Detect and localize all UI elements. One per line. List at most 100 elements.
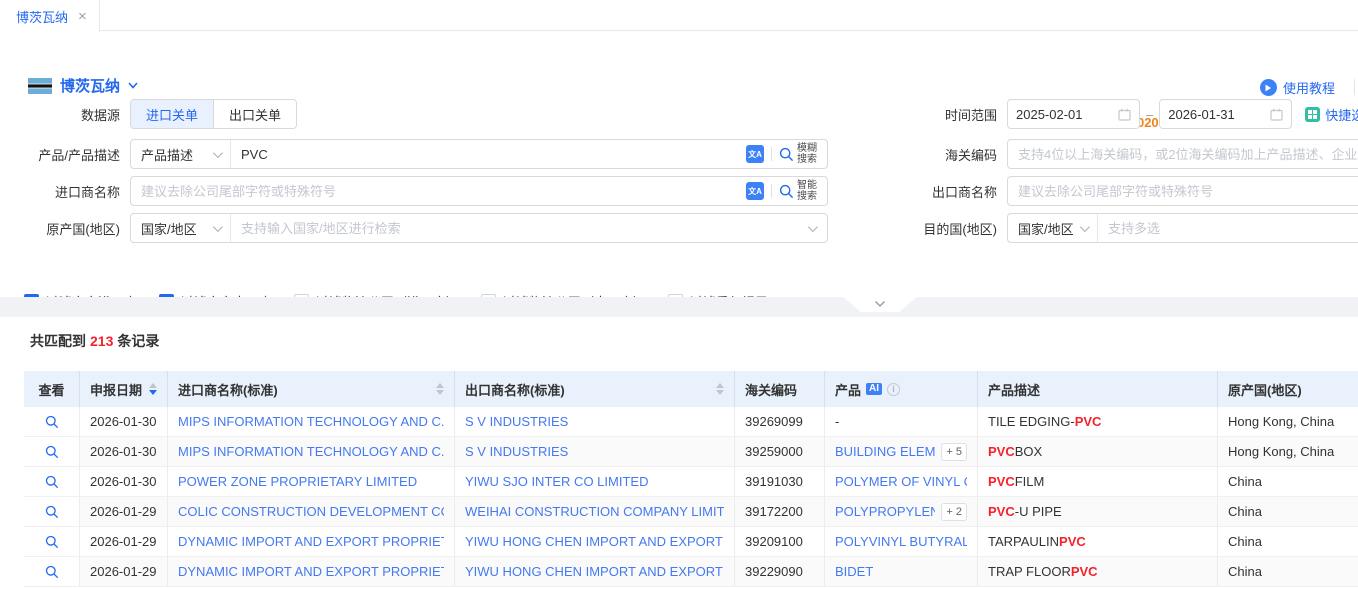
table-row: 2026-01-29 DYNAMIC IMPORT AND EXPORT PRO…: [24, 557, 1358, 587]
exporter-input[interactable]: [1008, 177, 1358, 205]
view-record-button[interactable]: [24, 467, 80, 496]
tab-export-declarations[interactable]: 出口关单: [213, 100, 296, 128]
col-exporter: 出口商名称(标准): [455, 371, 735, 407]
cell-date: 2026-01-29: [80, 557, 168, 586]
results-panel: 共匹配到213条记录 查看 申报日期 进口商名称(标准) 出口商名称(标准) 海…: [0, 317, 1358, 589]
exporter-link[interactable]: S V INDUSTRIES: [465, 444, 568, 459]
product-type-select[interactable]: 产品描述: [131, 140, 231, 168]
product-input[interactable]: [231, 140, 746, 168]
date-start-input[interactable]: 2025-02-01: [1007, 99, 1140, 129]
date-start-value: 2025-02-01: [1016, 107, 1083, 122]
row-time-range: 时间范围 2025-02-01 – 2026-01-31: [877, 99, 1358, 129]
exporter-link[interactable]: YIWU HONG CHEN IMPORT AND EXPORT ...: [465, 564, 724, 579]
destination-compound: 国家/地区: [1007, 213, 1358, 243]
table-row: 2026-01-29 COLIC CONSTRUCTION DEVELOPMEN…: [24, 497, 1358, 527]
tab-botswana[interactable]: 博茨瓦纳 ×: [0, 0, 100, 32]
view-record-button[interactable]: [24, 497, 80, 526]
magnifier-icon: [45, 535, 59, 549]
product-compound: 产品描述 文A 模糊搜索: [130, 139, 828, 169]
cell-product-desc: PVC BOX: [978, 437, 1218, 466]
tab-import-declarations[interactable]: 进口关单: [131, 100, 213, 128]
translate-icon[interactable]: 文A: [746, 145, 764, 163]
fuzzy-search-button[interactable]: 模糊搜索: [779, 143, 819, 165]
cell-date: 2026-01-30: [80, 437, 168, 466]
product-link[interactable]: BIDET: [835, 564, 873, 579]
results-table: 查看 申报日期 进口商名称(标准) 出口商名称(标准) 海关编码 产品 AI i…: [24, 371, 1358, 587]
cell-origin: Hong Kong, China: [1218, 407, 1358, 436]
tutorial-link[interactable]: 使用教程: [1260, 78, 1335, 97]
country-selector[interactable]: 博茨瓦纳: [28, 75, 138, 96]
view-record-button[interactable]: [24, 527, 80, 556]
cell-product-desc: TRAP FLOOR PVC: [978, 557, 1218, 586]
importer-link[interactable]: COLIC CONSTRUCTION DEVELOPMENT CO ...: [178, 504, 444, 519]
time-range-label: 时间范围: [877, 105, 1007, 124]
translate-icon[interactable]: 文A: [746, 182, 764, 200]
smart-search-button[interactable]: 智能搜索: [779, 180, 819, 202]
chevron-down-icon: [213, 148, 223, 158]
importer-input[interactable]: [131, 177, 746, 205]
magnifier-icon: [45, 445, 59, 459]
more-products-badge[interactable]: + 5: [941, 443, 967, 461]
sort-importer[interactable]: [436, 383, 444, 395]
cell-hs-code: 39269099: [735, 407, 825, 436]
exporter-label: 出口商名称: [877, 182, 1007, 201]
magnifier-icon: [45, 505, 59, 519]
cell-origin: China: [1218, 467, 1358, 496]
importer-link[interactable]: POWER ZONE PROPRIETARY LIMITED: [178, 474, 417, 489]
quick-select-icon: [1305, 107, 1320, 122]
importer-compound: 文A 智能搜索: [130, 176, 828, 206]
row-hs-code: 海关编码: [877, 139, 1358, 169]
tutorial-icon: [1260, 79, 1277, 96]
importer-link[interactable]: MIPS INFORMATION TECHNOLOGY AND C...: [178, 414, 444, 429]
exporter-link[interactable]: YIWU SJO INTER CO LIMITED: [465, 474, 648, 489]
cell-date: 2026-01-30: [80, 467, 168, 496]
tab-close-icon[interactable]: ×: [78, 9, 87, 24]
table-row: 2026-01-30 MIPS INFORMATION TECHNOLOGY A…: [24, 437, 1358, 467]
magnifier-icon: [45, 565, 59, 579]
chevron-down-icon: [1080, 222, 1090, 232]
cell-hs-code: 39209100: [735, 527, 825, 556]
input-divider: [771, 184, 772, 198]
destination-input[interactable]: [1098, 214, 1358, 242]
cell-product-desc: PVC FILM: [978, 467, 1218, 496]
origin-type-select[interactable]: 国家/地区: [131, 214, 231, 242]
product-link[interactable]: POLYPROPYLENE...: [835, 504, 935, 519]
col-declaration-date: 申报日期: [80, 371, 168, 407]
info-icon[interactable]: i: [887, 383, 900, 396]
col-view: 查看: [24, 371, 80, 407]
importer-link[interactable]: DYNAMIC IMPORT AND EXPORT PROPRIET...: [178, 564, 444, 579]
col-hs-code: 海关编码: [735, 371, 825, 407]
more-products-badge[interactable]: + 2: [941, 503, 967, 521]
importer-link[interactable]: MIPS INFORMATION TECHNOLOGY AND C...: [178, 444, 444, 459]
date-end-input[interactable]: 2026-01-31: [1159, 99, 1292, 129]
sort-exporter[interactable]: [716, 383, 724, 395]
exporter-link[interactable]: YIWU HONG CHEN IMPORT AND EXPORT ...: [465, 534, 724, 549]
origin-label: 原产国(地区): [0, 219, 130, 238]
row-importer: 进口商名称 文A 智能搜索: [0, 176, 828, 206]
cell-origin: China: [1218, 527, 1358, 556]
view-record-button[interactable]: [24, 437, 80, 466]
cell-date: 2026-01-29: [80, 497, 168, 526]
origin-compound: 国家/地区: [130, 213, 828, 243]
exporter-link[interactable]: WEIHAI CONSTRUCTION COMPANY LIMITED: [465, 504, 724, 519]
row-exporter: 出口商名称: [877, 176, 1358, 206]
destination-type-select[interactable]: 国家/地区: [1008, 214, 1098, 242]
cell-date: 2026-01-30: [80, 407, 168, 436]
origin-input[interactable]: [231, 214, 808, 242]
col-product: 产品 AI i: [825, 371, 978, 407]
quick-select-button[interactable]: 快捷选项: [1305, 105, 1358, 124]
product-link[interactable]: POLYMER OF VINYL C...: [835, 474, 967, 489]
col-importer: 进口商名称(标准): [168, 371, 455, 407]
sort-declaration-date[interactable]: [149, 383, 157, 395]
importer-link[interactable]: DYNAMIC IMPORT AND EXPORT PROPRIET...: [178, 534, 444, 549]
chevron-down-icon: [213, 222, 223, 232]
view-record-button[interactable]: [24, 407, 80, 436]
exporter-link[interactable]: S V INDUSTRIES: [465, 414, 568, 429]
product-link[interactable]: POLYVINYL BUTYRAL: [835, 534, 967, 549]
hs-code-input[interactable]: [1008, 140, 1358, 168]
importer-label: 进口商名称: [0, 182, 130, 201]
cell-product-desc: PVC-U PIPE: [978, 497, 1218, 526]
tab-title: 博茨瓦纳: [16, 7, 68, 26]
view-record-button[interactable]: [24, 557, 80, 586]
product-link[interactable]: BUILDING ELEM...: [835, 444, 935, 459]
